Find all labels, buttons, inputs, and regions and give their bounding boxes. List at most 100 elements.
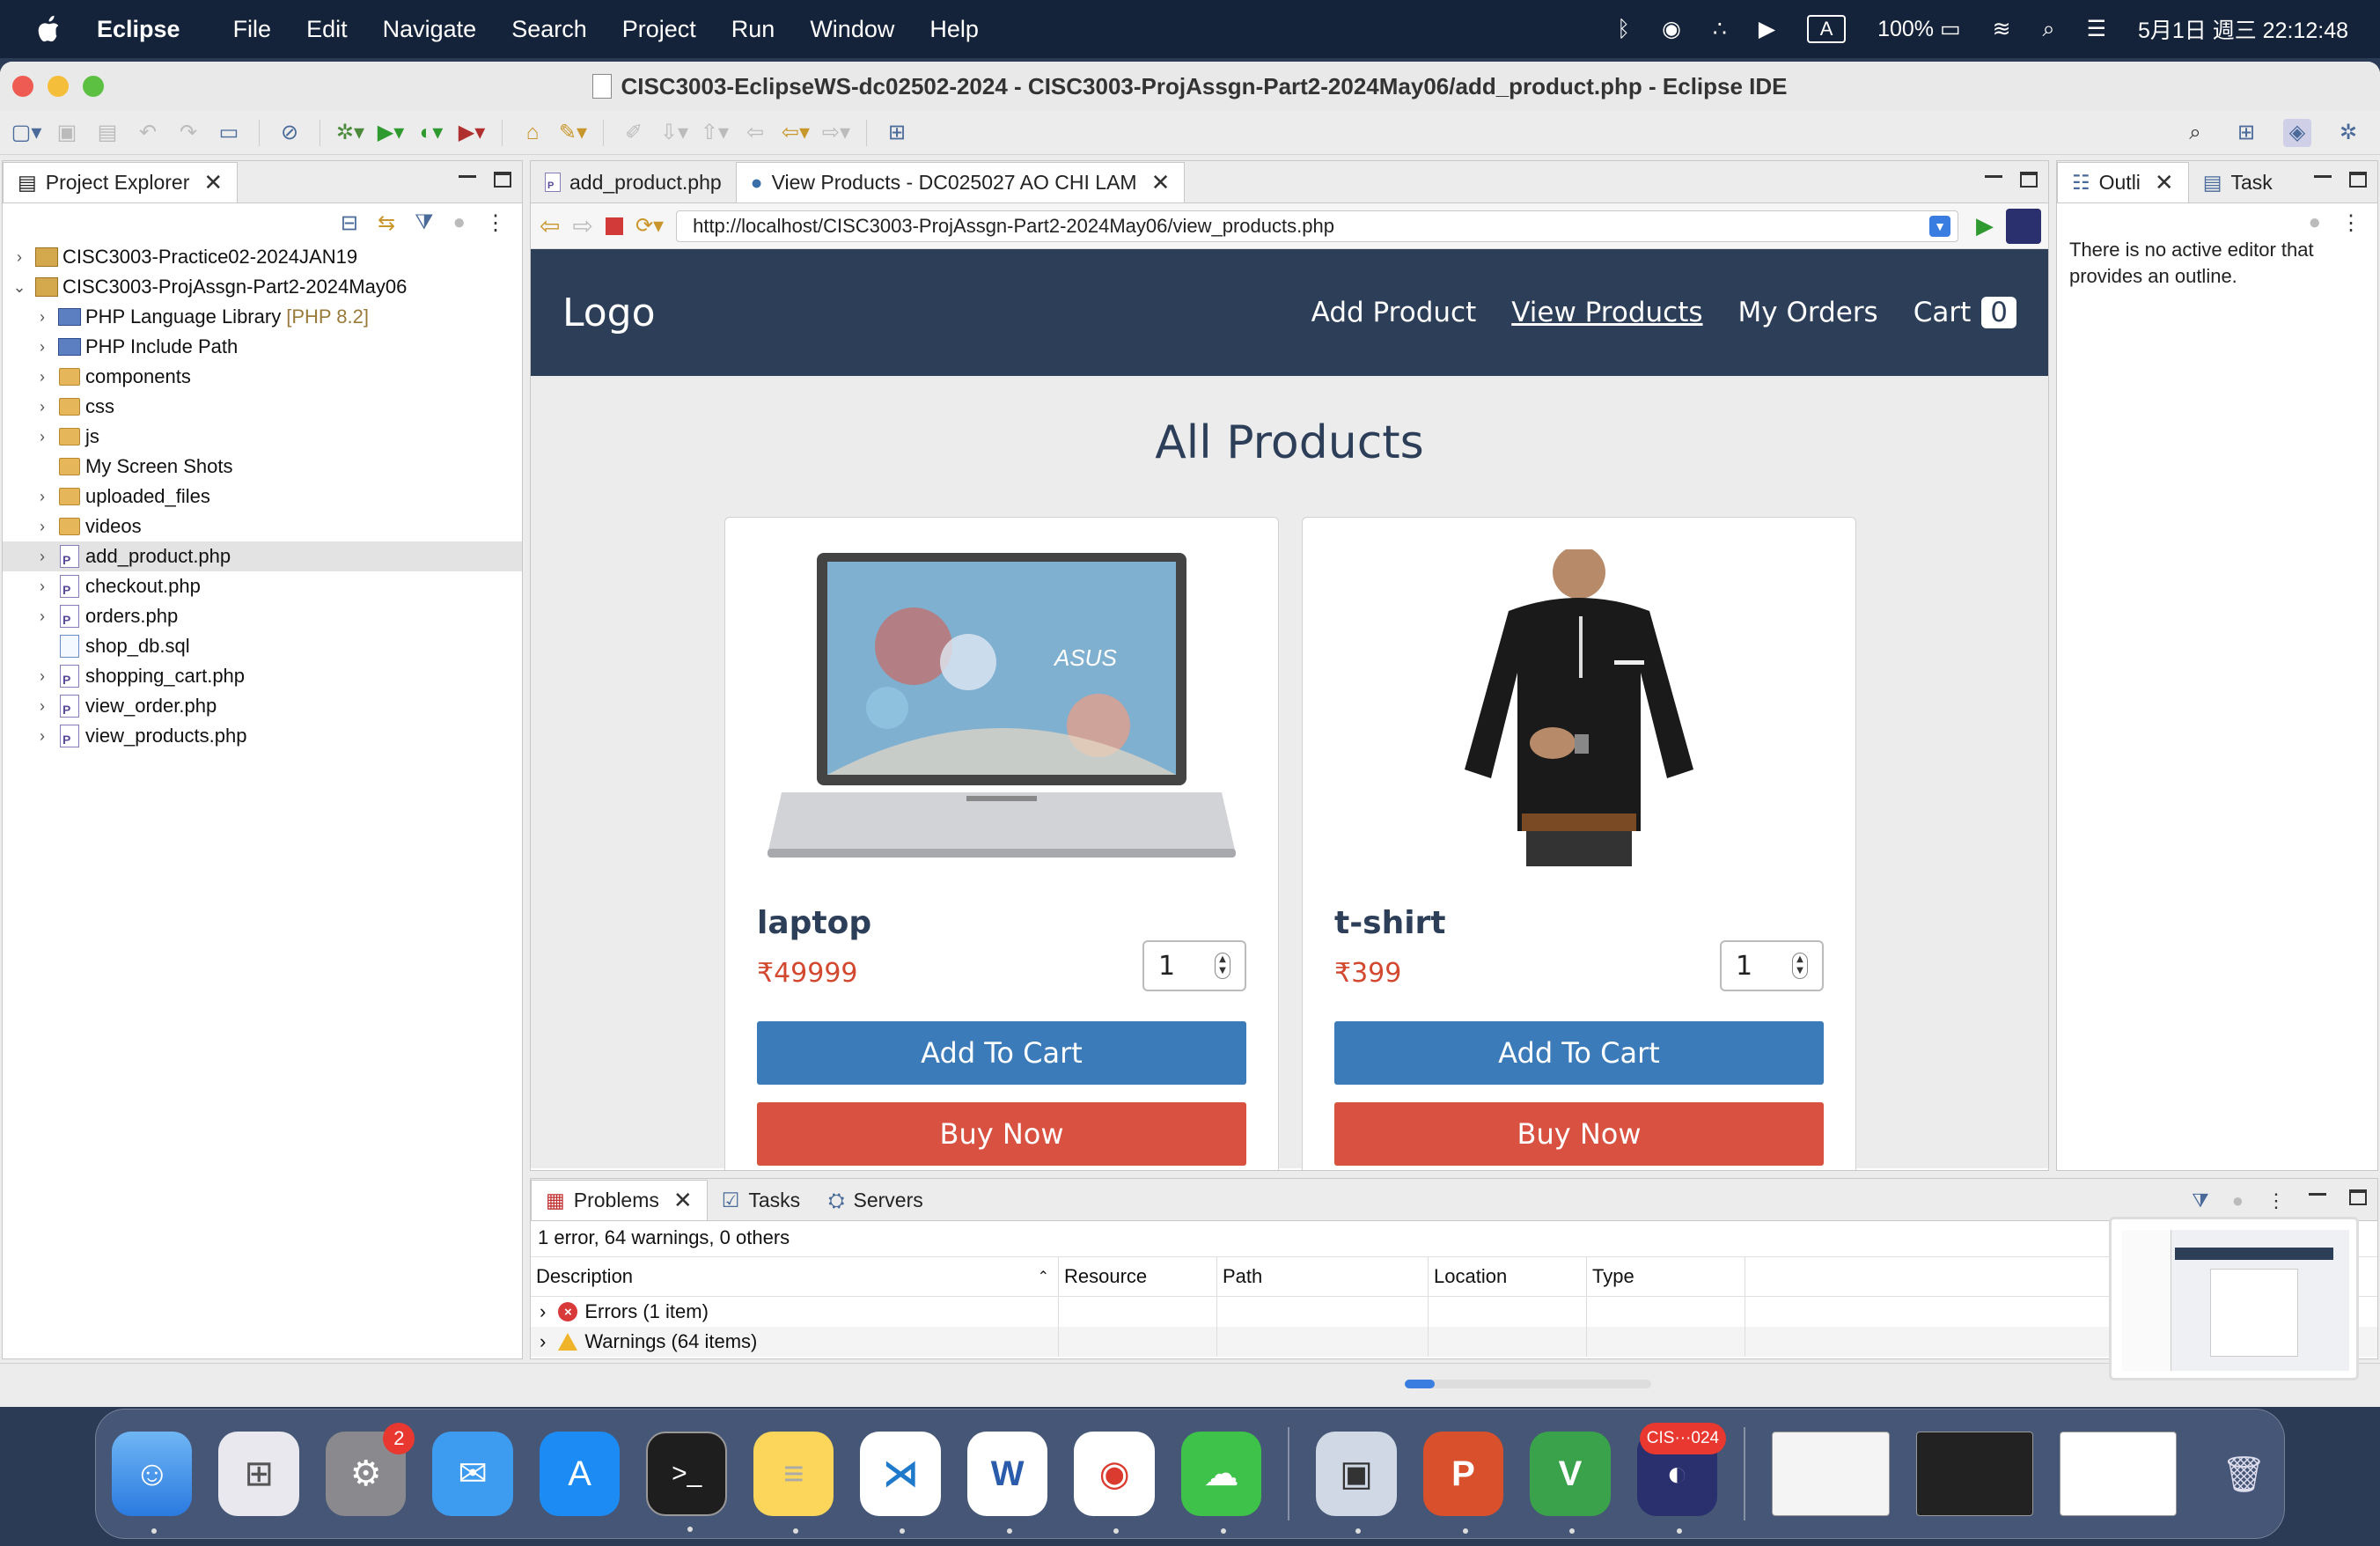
tree-item[interactable]: › Pview_order.php [3, 691, 522, 721]
tab-add-product[interactable]: P add_product.php [531, 162, 736, 202]
finder-icon[interactable]: ☺ [112, 1432, 193, 1534]
url-field[interactable]: http://localhost/CISC3003-ProjAssgn-Part… [676, 210, 1958, 242]
mail-icon[interactable]: ✉ [432, 1432, 513, 1516]
minimized-window-vscode[interactable] [1915, 1432, 2033, 1516]
minimize-icon[interactable] [2309, 1193, 2326, 1196]
chevron-right-icon[interactable]: › [34, 667, 50, 686]
open-task-icon[interactable]: ⊞ [883, 119, 911, 147]
launchpad-icon[interactable]: ⊞ [218, 1432, 299, 1516]
minimized-window-chrome[interactable] [1772, 1432, 1890, 1516]
add-to-cart-button[interactable]: Add To Cart [1334, 1021, 1824, 1085]
tree-item[interactable]: › js [3, 422, 522, 452]
trash-icon[interactable]: 🗑 [2203, 1432, 2283, 1516]
debug-perspective-icon[interactable]: ✲ [2334, 119, 2362, 147]
maximize-icon[interactable] [2349, 172, 2367, 188]
spinner-icon[interactable]: ▲ ▼ [1792, 953, 1808, 979]
tree-item[interactable]: › Pview_products.php [3, 721, 522, 751]
terminal-icon[interactable]: >_ [646, 1432, 727, 1532]
bluetooth-icon[interactable]: ᛒ [1617, 17, 1630, 42]
forward-icon[interactable]: ⇨ [572, 211, 592, 240]
close-icon[interactable]: ✕ [203, 169, 223, 196]
tab-tasks[interactable]: ☑ Tasks [707, 1180, 815, 1220]
spinner-icon[interactable]: ▲ ▼ [1215, 953, 1230, 979]
table-row[interactable]: › Warnings (64 items) [531, 1327, 2377, 1357]
column-path[interactable]: Path [1217, 1257, 1429, 1296]
system-settings-icon[interactable]: ⚙ 2 [325, 1423, 415, 1516]
chevron-right-icon[interactable]: › [34, 607, 50, 626]
site-logo[interactable]: Logo [562, 291, 1311, 335]
redo-icon[interactable]: ↷ [174, 119, 202, 147]
tree-item[interactable]: shop_db.sql [3, 631, 522, 661]
tab-task-list[interactable]: ▤ Task [2188, 162, 2287, 202]
maximize-icon[interactable] [2349, 1189, 2367, 1205]
go-icon[interactable]: ▶ [1976, 212, 1994, 239]
sync-icon[interactable]: ● [2309, 210, 2322, 235]
tree-item[interactable]: › components [3, 362, 522, 392]
tree-item[interactable]: › PHP Include Path [3, 332, 522, 362]
undo-icon[interactable]: ↶ [134, 119, 162, 147]
menu-project[interactable]: Project [622, 16, 696, 43]
tree-item[interactable]: › Padd_product.php [3, 541, 522, 571]
menu-edit[interactable]: Edit [306, 16, 348, 43]
quantity-stepper[interactable]: 1 ▲ ▼ [1720, 940, 1824, 991]
save-all-icon[interactable]: ▤ [93, 119, 121, 147]
close-icon[interactable]: ✕ [1151, 169, 1171, 196]
tree-item[interactable]: › CISC3003-Practice02-2024JAN19 [3, 242, 522, 272]
chevron-down-icon[interactable]: ▼ [1929, 215, 1950, 237]
battery-indicator[interactable]: 100% ▭ [1877, 16, 1961, 42]
stop-icon[interactable] [605, 217, 623, 235]
chevron-down-icon[interactable]: ⌄ [11, 278, 27, 297]
wifi-icon[interactable]: ≋ [1993, 16, 2011, 42]
chevron-right-icon[interactable]: › [34, 727, 50, 746]
word-icon[interactable]: W [966, 1432, 1048, 1534]
menu-help[interactable]: Help [929, 16, 979, 43]
new-icon[interactable]: ▢▾ [11, 119, 42, 147]
chevron-right-icon[interactable]: › [34, 578, 50, 596]
chevron-right-icon[interactable]: › [34, 548, 50, 566]
previous-annotation-icon[interactable]: ⇧▾ [701, 119, 729, 147]
collapse-all-icon[interactable]: ⊟ [341, 210, 358, 236]
open-type-icon[interactable]: ✎▾ [559, 119, 587, 147]
php-perspective-icon[interactable]: ◈ [2283, 118, 2311, 147]
powerpoint-icon[interactable]: P [1422, 1432, 1504, 1534]
app-store-icon[interactable]: A [539, 1432, 621, 1516]
chevron-right-icon[interactable]: › [34, 308, 50, 327]
tree-item[interactable]: › Pshopping_cart.php [3, 661, 522, 691]
sync-icon[interactable]: ● [2232, 1189, 2244, 1212]
table-row[interactable]: › × Errors (1 item) [531, 1297, 2377, 1327]
nav-view-products[interactable]: View Products [1511, 297, 1702, 328]
control-center-icon[interactable]: ☰ [2087, 16, 2106, 42]
minimize-icon[interactable] [2314, 175, 2332, 178]
apple-logo-icon[interactable] [35, 14, 62, 44]
chevron-right-icon[interactable]: › [34, 488, 50, 506]
save-icon[interactable]: ▣ [53, 119, 81, 147]
chevron-right-icon[interactable]: › [34, 398, 50, 416]
last-edit-icon[interactable]: ⇦ [741, 119, 769, 147]
quantity-stepper[interactable]: 1 ▲ ▼ [1142, 940, 1246, 991]
network-activity-icon[interactable]: ∴ [1713, 16, 1727, 42]
tree-item[interactable]: ⌄ CISC3003-ProjAssgn-Part2-2024May06 [3, 272, 522, 302]
tab-view-products[interactable]: ● View Products - DC025027 AO CHI LAM ✕ [735, 162, 1186, 202]
column-description[interactable]: Description ⌃ [531, 1257, 1059, 1296]
tree-item[interactable]: My Screen Shots [3, 452, 522, 482]
filter-icon[interactable]: ⧩ [415, 210, 433, 235]
tab-outline[interactable]: ☷ Outli ✕ [2057, 162, 2189, 202]
add-to-cart-button[interactable]: Add To Cart [757, 1021, 1246, 1085]
debug-icon[interactable]: ✲▾ [336, 119, 364, 147]
back-icon[interactable]: ⇦ [540, 211, 560, 240]
tab-problems[interactable]: ▦ Problems ✕ [531, 1180, 708, 1220]
tree-item[interactable]: › uploaded_files [3, 482, 522, 512]
external-tools-icon[interactable]: ▶▾ [458, 119, 486, 147]
open-perspective-icon[interactable]: ⊞ [2232, 119, 2260, 147]
chevron-right-icon[interactable]: › [34, 428, 50, 446]
tree-item[interactable]: › Porders.php [3, 601, 522, 631]
tab-servers[interactable]: ⛭ Servers [814, 1180, 937, 1220]
maximize-icon[interactable] [2020, 172, 2038, 188]
refresh-icon[interactable]: ⟳▾ [635, 213, 664, 239]
notes-icon[interactable]: ≡ [753, 1432, 834, 1534]
maximize-icon[interactable] [494, 172, 511, 188]
chevron-right-icon[interactable]: › [540, 1330, 546, 1353]
vscode-icon[interactable]: ⋊ [860, 1432, 941, 1534]
column-resource[interactable]: Resource [1059, 1257, 1217, 1296]
column-location[interactable]: Location [1429, 1257, 1587, 1296]
